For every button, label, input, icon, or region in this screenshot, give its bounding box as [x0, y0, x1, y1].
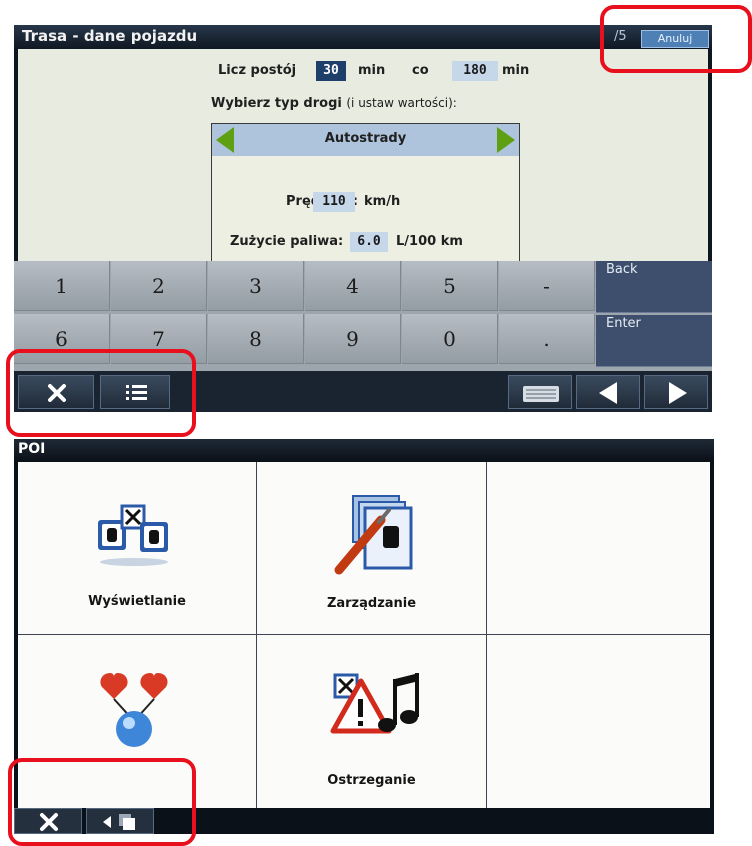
screen-title: POI — [18, 441, 46, 457]
arrow-left-icon — [599, 382, 617, 404]
stop-minutes-field[interactable]: 30 — [316, 61, 346, 81]
stop-label: Licz postój — [218, 63, 297, 78]
tile-warnings-label: Ostrzeganie — [327, 773, 416, 788]
poi-display-icon — [98, 504, 168, 566]
poi-menu-grid: Wyświetlanie Zarządzanie Ostrzeganie — [18, 462, 710, 808]
prev-road-type-button[interactable] — [216, 127, 234, 153]
arrow-right-icon — [669, 382, 687, 404]
road-type-label: Wybierz typ drogi (i ustaw wartości): — [211, 96, 457, 111]
key-1[interactable]: 1 — [14, 261, 110, 311]
screen-title: Trasa - dane pojazdu — [22, 27, 198, 45]
tile-warnings[interactable]: Ostrzeganie — [257, 635, 486, 808]
road-type-selector: Autostrady — [212, 124, 519, 156]
keyboard-icon — [523, 386, 559, 402]
key-3[interactable]: 3 — [208, 261, 304, 311]
road-type-hint: (i ustaw wartości): — [346, 96, 457, 110]
key-5[interactable]: 5 — [402, 261, 498, 311]
keyboard-button[interactable] — [508, 375, 572, 409]
tile-display[interactable]: Wyświetlanie — [18, 462, 256, 634]
next-road-type-button[interactable] — [497, 127, 515, 153]
fuel-unit: L/100 km — [396, 234, 463, 249]
highlight-bottom-left — [6, 349, 196, 437]
tile-manage-label: Zarządzanie — [326, 596, 417, 611]
highlight-cancel — [600, 5, 752, 73]
fuel-field[interactable]: 6.0 — [350, 232, 388, 252]
speed-unit: km/h — [364, 194, 401, 209]
back-button[interactable]: Back — [596, 261, 712, 313]
tile-display-label: Wyświetlanie — [88, 594, 186, 609]
next-button[interactable] — [644, 375, 708, 409]
road-type-value: Autostrady — [324, 131, 407, 146]
key-0[interactable]: 0 — [402, 314, 498, 364]
key-2[interactable]: 2 — [111, 261, 207, 311]
empty-tile — [487, 462, 710, 634]
key-minus[interactable]: - — [499, 261, 595, 311]
fuel-label: Zużycie paliwa: — [230, 234, 344, 249]
poi-manage-icon — [334, 495, 413, 575]
title-bar: POI — [14, 439, 714, 461]
speed-field[interactable]: 110 — [313, 192, 355, 212]
key-dot[interactable]: . — [499, 314, 595, 364]
every-minutes-field[interactable]: 180 — [452, 61, 498, 81]
key-9[interactable]: 9 — [305, 314, 401, 364]
key-4[interactable]: 4 — [305, 261, 401, 311]
previous-button[interactable] — [576, 375, 640, 409]
tile-manage[interactable]: Zarządzanie — [257, 462, 486, 634]
warning-sound-icon — [330, 673, 419, 734]
vehicle-form: Licz postój 30 min co 180 min Wybierz ty… — [18, 49, 708, 285]
favorites-icon — [100, 673, 168, 747]
enter-button[interactable]: Enter — [596, 315, 712, 367]
highlight-bottom-left — [8, 758, 196, 846]
every-label: co — [412, 63, 429, 78]
stop-unit: min — [358, 63, 386, 78]
key-8[interactable]: 8 — [208, 314, 304, 364]
empty-tile — [487, 635, 710, 808]
every-unit: min — [502, 63, 530, 78]
